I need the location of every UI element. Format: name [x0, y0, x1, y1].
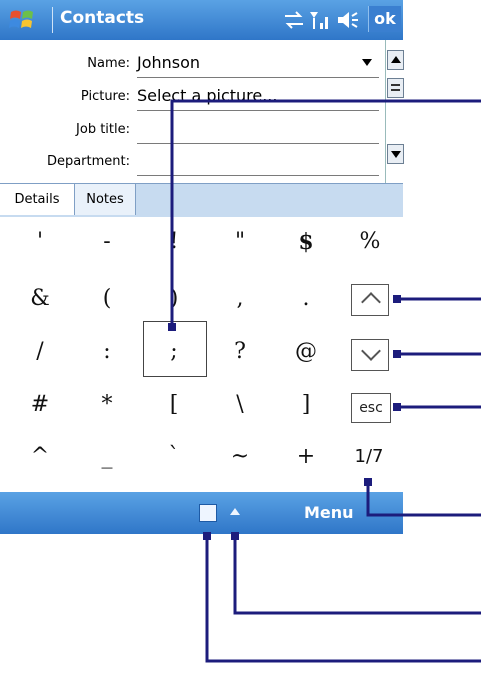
scroll-down-button[interactable]: [387, 144, 404, 164]
key-close-bracket[interactable]: ]: [278, 380, 334, 430]
picture-label: Picture:: [80, 89, 130, 104]
input-panel-icon[interactable]: [199, 504, 217, 522]
scroll-up-icon: [391, 56, 401, 63]
key-hash[interactable]: #: [12, 380, 68, 430]
key-dollar[interactable]: $: [278, 217, 334, 267]
input-selector-arrow-icon[interactable]: [230, 508, 240, 515]
key-tilde[interactable]: ~: [212, 432, 268, 482]
key-quote[interactable]: ": [212, 217, 268, 267]
symbol-keyboard: ' - ! " $ % & ( ) , . / : ; ? @ # * [ \ …: [0, 217, 403, 492]
key-underscore[interactable]: _: [79, 432, 135, 482]
key-backslash[interactable]: \: [212, 380, 268, 430]
sync-icon[interactable]: [282, 9, 306, 31]
key-plus[interactable]: +: [278, 432, 334, 482]
department-underline: [137, 175, 379, 176]
contact-form: Name: Johnson Picture: Select a picture.…: [0, 40, 404, 183]
key-percent[interactable]: %: [342, 217, 398, 267]
key-open-paren[interactable]: (: [79, 274, 135, 324]
esc-button[interactable]: esc: [351, 393, 391, 423]
key-apostrophe[interactable]: ': [12, 217, 68, 267]
shift-up-button[interactable]: [351, 284, 389, 316]
page-indicator-button[interactable]: 1/7: [341, 432, 397, 482]
key-ampersand[interactable]: &: [12, 274, 68, 324]
tab-strip: Details Notes: [0, 183, 403, 218]
chevron-up-icon: [361, 292, 381, 312]
key-comma[interactable]: ,: [212, 274, 268, 324]
form-scrollbar[interactable]: [385, 40, 404, 183]
windows-start-icon[interactable]: [8, 6, 36, 34]
department-label: Department:: [46, 154, 130, 169]
picture-underline: [137, 110, 379, 111]
key-caret[interactable]: ^: [12, 432, 68, 482]
name-underline: [137, 77, 379, 78]
key-asterisk[interactable]: *: [79, 380, 135, 430]
thumb-grip: [391, 89, 400, 91]
key-hyphen[interactable]: -: [79, 217, 135, 267]
key-backtick[interactable]: `: [146, 432, 202, 482]
key-colon[interactable]: :: [79, 327, 135, 377]
job-title-underline: [137, 143, 379, 144]
app-title: Contacts: [60, 8, 145, 28]
callout-line-arrow: [233, 536, 481, 615]
shift-down-button[interactable]: [351, 339, 389, 371]
key-open-bracket[interactable]: [: [146, 380, 202, 430]
key-period[interactable]: .: [278, 274, 334, 324]
key-at[interactable]: @: [278, 327, 334, 377]
bottom-menu-bar: Menu: [0, 492, 403, 534]
pocket-pc-screen: Contacts ok Name: Johnson Picture: Selec…: [0, 0, 404, 534]
key-question[interactable]: ?: [212, 327, 268, 377]
tab-notes[interactable]: Notes: [75, 184, 136, 215]
key-slash[interactable]: /: [12, 327, 68, 377]
name-dropdown-icon[interactable]: [362, 59, 372, 66]
speaker-icon[interactable]: [336, 9, 360, 31]
title-separator: [52, 7, 53, 33]
chevron-down-icon: [361, 341, 381, 361]
department-field-row[interactable]: Department:: [0, 148, 385, 178]
name-label: Name:: [87, 56, 130, 71]
selected-key-highlight: [143, 321, 207, 377]
scroll-thumb[interactable]: [387, 78, 404, 98]
name-field-row[interactable]: Name: Johnson: [0, 50, 385, 80]
picture-field-row[interactable]: Picture: Select a picture...: [0, 83, 385, 113]
picture-input[interactable]: Select a picture...: [137, 86, 277, 105]
title-bar: Contacts ok: [0, 0, 403, 40]
scroll-up-button[interactable]: [387, 50, 404, 70]
key-exclamation[interactable]: !: [146, 217, 202, 267]
signal-icon[interactable]: [308, 9, 332, 31]
job-title-label: Job title:: [76, 122, 130, 137]
key-close-paren[interactable]: ): [146, 274, 202, 324]
job-title-field-row[interactable]: Job title:: [0, 116, 385, 146]
thumb-grip: [391, 84, 400, 86]
name-input[interactable]: Johnson: [137, 53, 200, 72]
ok-button[interactable]: ok: [368, 6, 401, 32]
tab-details[interactable]: Details: [0, 184, 75, 215]
scroll-down-icon: [391, 151, 401, 158]
menu-button[interactable]: Menu: [304, 503, 354, 522]
callout-line-panel: [205, 536, 481, 663]
